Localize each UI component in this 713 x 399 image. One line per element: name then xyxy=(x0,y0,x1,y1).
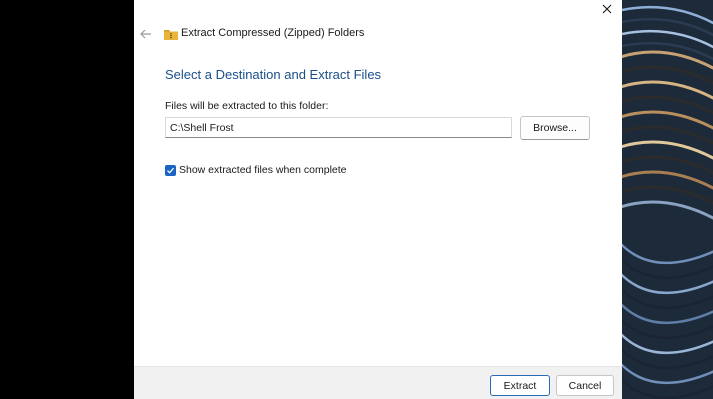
extract-button[interactable]: Extract xyxy=(490,375,550,396)
browse-button[interactable]: Browse... xyxy=(520,116,590,140)
wizard-header: Extract Compressed (Zipped) Folders xyxy=(134,24,534,44)
desktop-background-left xyxy=(0,0,134,399)
destination-path-input[interactable] xyxy=(165,117,512,138)
destination-label: Files will be extracted to this folder: xyxy=(165,100,329,112)
show-files-checkbox-label[interactable]: Show extracted files when complete xyxy=(179,164,347,176)
dialog-footer: Extract Cancel xyxy=(134,366,622,399)
close-button[interactable] xyxy=(592,0,622,18)
cancel-button[interactable]: Cancel xyxy=(556,375,614,396)
show-files-checkbox[interactable] xyxy=(165,164,176,176)
zipped-folder-icon xyxy=(164,27,178,40)
checkmark-icon xyxy=(167,167,175,174)
show-files-option[interactable]: Show extracted files when complete xyxy=(165,163,347,177)
extract-dialog: Extract Compressed (Zipped) Folders Sele… xyxy=(134,0,622,399)
arrow-left-icon xyxy=(140,29,151,39)
close-icon xyxy=(602,4,612,14)
back-button[interactable] xyxy=(138,26,154,42)
window-title: Extract Compressed (Zipped) Folders xyxy=(181,27,365,39)
desktop-wallpaper xyxy=(622,0,713,399)
screen: Extract Compressed (Zipped) Folders Sele… xyxy=(0,0,713,399)
page-heading: Select a Destination and Extract Files xyxy=(165,67,382,82)
